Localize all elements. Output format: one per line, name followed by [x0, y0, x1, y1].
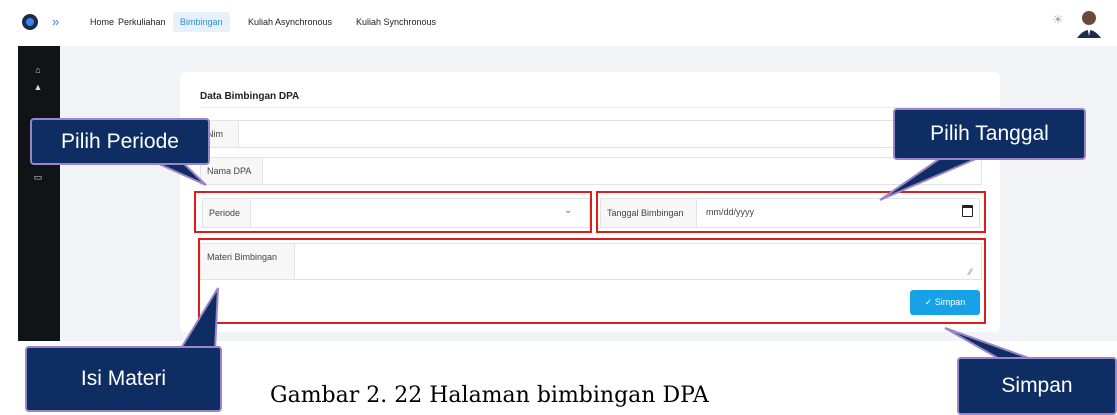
callout-simpan: Simpan [957, 357, 1117, 415]
figure-caption: Gambar 2. 22 Halaman bimbingan DPA [270, 383, 709, 408]
callout-pilih-tanggal: Pilih Tanggal [893, 108, 1086, 160]
callout-isi-materi: Isi Materi [25, 346, 222, 412]
callout-pilih-periode: Pilih Periode [30, 118, 210, 165]
